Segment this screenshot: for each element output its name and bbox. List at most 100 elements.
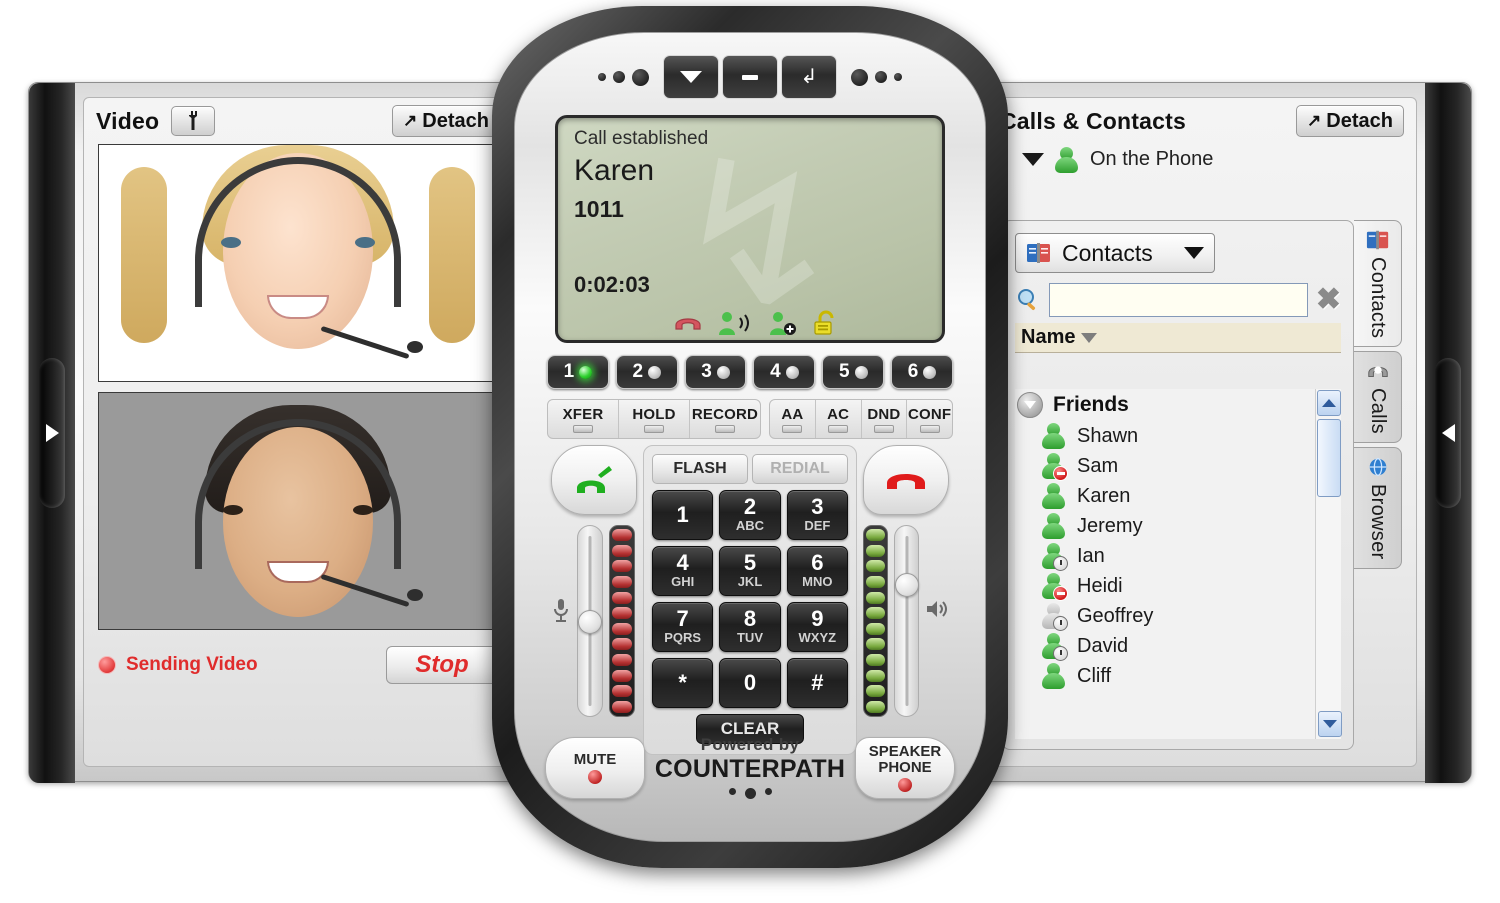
contacts-panel-collapse-handle[interactable] (1425, 83, 1471, 783)
key-letters: GHI (671, 574, 695, 590)
key-2[interactable]: 2 ABC (719, 490, 781, 540)
source-row: Contacts (1003, 221, 1353, 273)
contacts-scrollbar[interactable] (1315, 389, 1342, 739)
feature-button-record[interactable]: RECORD (690, 400, 760, 438)
lcd-display[interactable]: ↯ Call established Karen 1011 0:02:03 (555, 115, 945, 343)
speaker-grille-left (598, 68, 649, 86)
video-settings-button[interactable] (171, 106, 216, 136)
contact-name: Shawn (1077, 424, 1139, 447)
minimize-button[interactable] (722, 55, 778, 99)
contact-group-friends[interactable]: Friends (1015, 389, 1315, 421)
speaking-icon[interactable] (716, 310, 754, 336)
flash-button[interactable]: FLASH (652, 454, 748, 484)
local-video-tile[interactable] (98, 392, 498, 630)
clear-search-button[interactable]: ✖ (1316, 285, 1341, 315)
unlocked-icon[interactable] (812, 310, 840, 336)
hangup-icon[interactable] (673, 310, 703, 336)
key-digit: 5 (743, 550, 757, 576)
add-contact-icon[interactable] (767, 310, 799, 336)
contacts-panel: Calls & Contacts ↗ Detach On the Phone C… (987, 97, 1417, 767)
presence-selector[interactable]: On the Phone (988, 144, 1416, 180)
redial-button[interactable]: REDIAL (752, 454, 848, 484)
video-detach-button[interactable]: ↗ Detach (392, 105, 500, 137)
collapse-pill (1435, 358, 1461, 508)
end-call-button[interactable] (863, 445, 949, 515)
search-input[interactable] (1049, 283, 1308, 317)
remote-video-tile[interactable] (98, 144, 498, 382)
contact-row[interactable]: David (1015, 631, 1315, 661)
key-1[interactable]: 1 (652, 490, 714, 540)
chevron-down-icon[interactable] (1022, 152, 1044, 166)
line-button-5[interactable]: 5 (822, 355, 885, 389)
contact-row[interactable]: Heidi (1015, 571, 1315, 601)
feature-button-conf[interactable]: CONF (907, 400, 952, 438)
key-5[interactable]: 5 JKL (719, 546, 781, 596)
feature-button-ac[interactable]: AC (816, 400, 862, 438)
caller-number-text: 1011 (574, 196, 624, 222)
contact-row[interactable]: Ian (1015, 541, 1315, 571)
contacts-detach-label: Detach (1326, 109, 1393, 132)
meter-segment (866, 607, 886, 620)
name-column-label: Name (1021, 326, 1076, 348)
stop-video-button[interactable]: Stop (386, 646, 498, 684)
contact-row[interactable]: Sam (1015, 451, 1315, 481)
on-the-phone-icon (1054, 146, 1080, 173)
name-column-header[interactable]: Name (1015, 323, 1341, 353)
line-button-4[interactable]: 4 (753, 355, 816, 389)
contacts-source-dropdown[interactable]: Contacts (1015, 233, 1215, 273)
key-7[interactable]: 7 PQRS (652, 602, 714, 652)
microphone-volume-slider[interactable] (577, 525, 603, 717)
feature-button-hold[interactable]: HOLD (619, 400, 690, 438)
key-3[interactable]: 3 DEF (786, 490, 848, 540)
scroll-down-button[interactable] (1318, 711, 1342, 737)
meter-segment (612, 560, 632, 573)
line-button-1[interactable]: 1 (547, 355, 609, 389)
contact-row[interactable]: Karen (1015, 481, 1315, 511)
presence-icon-busy (1041, 452, 1068, 481)
contact-row[interactable]: Geoffrey (1015, 601, 1315, 631)
speaker-volume-slider[interactable] (894, 525, 919, 717)
scroll-up-button[interactable] (1317, 390, 1341, 416)
key-star[interactable]: * (652, 658, 714, 708)
meter-segment (612, 607, 632, 620)
key-0[interactable]: 0 (719, 658, 781, 708)
contact-row[interactable]: Jeremy (1015, 511, 1315, 541)
contact-row[interactable]: Cliff (1015, 661, 1315, 691)
line-button-2[interactable]: 2 (615, 355, 678, 389)
microphone-slider-knob[interactable] (578, 610, 602, 634)
meter-segment (612, 700, 632, 713)
contacts-detach-button[interactable]: ↗ Detach (1296, 105, 1404, 137)
minimize-to-tray-button[interactable]: ↲ (781, 55, 837, 99)
collapse-pill (39, 358, 65, 508)
contacts-source-label: Contacts (1062, 239, 1153, 266)
feature-button-dnd[interactable]: DND (862, 400, 908, 438)
tab-label: Contacts (1367, 257, 1389, 339)
tab-browser[interactable]: Browser (1354, 447, 1402, 569)
key-6[interactable]: 6 MNO (786, 546, 848, 596)
key-4[interactable]: 4 GHI (652, 546, 714, 596)
speaker-slider-knob[interactable] (894, 573, 919, 598)
key-digit: 8 (743, 606, 757, 632)
chevron-down-icon (1184, 247, 1204, 259)
softphone-faceplate: ↲ ↯ Call established Karen 1011 0:02:03 (514, 32, 986, 842)
answer-call-button[interactable] (551, 445, 637, 515)
menu-button[interactable] (663, 55, 719, 99)
line-button-6[interactable]: 6 (891, 355, 953, 389)
group-collapse-icon[interactable] (1017, 392, 1043, 418)
line-button-3[interactable]: 3 (684, 355, 747, 389)
meter-segment (612, 529, 632, 541)
tab-calls[interactable]: Calls (1354, 351, 1402, 444)
caller-name-text: Karen (574, 154, 655, 187)
key-hash[interactable]: # (786, 658, 848, 708)
contact-name: Heidi (1077, 574, 1123, 597)
feature-button-xfer[interactable]: XFER (548, 400, 619, 438)
contact-row[interactable]: Shawn (1015, 421, 1315, 451)
scrollbar-thumb[interactable] (1317, 419, 1341, 497)
contacts-list[interactable]: Friends Shawn Sam Karen Jeremy Ian Heidi Geoff… (1015, 389, 1315, 739)
tab-contacts[interactable]: Contacts (1354, 220, 1402, 348)
key-8[interactable]: 8 TUV (719, 602, 781, 652)
key-9[interactable]: 9 WXYZ (786, 602, 848, 652)
feature-button-aa[interactable]: AA (770, 400, 816, 438)
feature-button-label: RECORD (691, 406, 759, 423)
video-panel-collapse-handle[interactable] (29, 83, 75, 783)
